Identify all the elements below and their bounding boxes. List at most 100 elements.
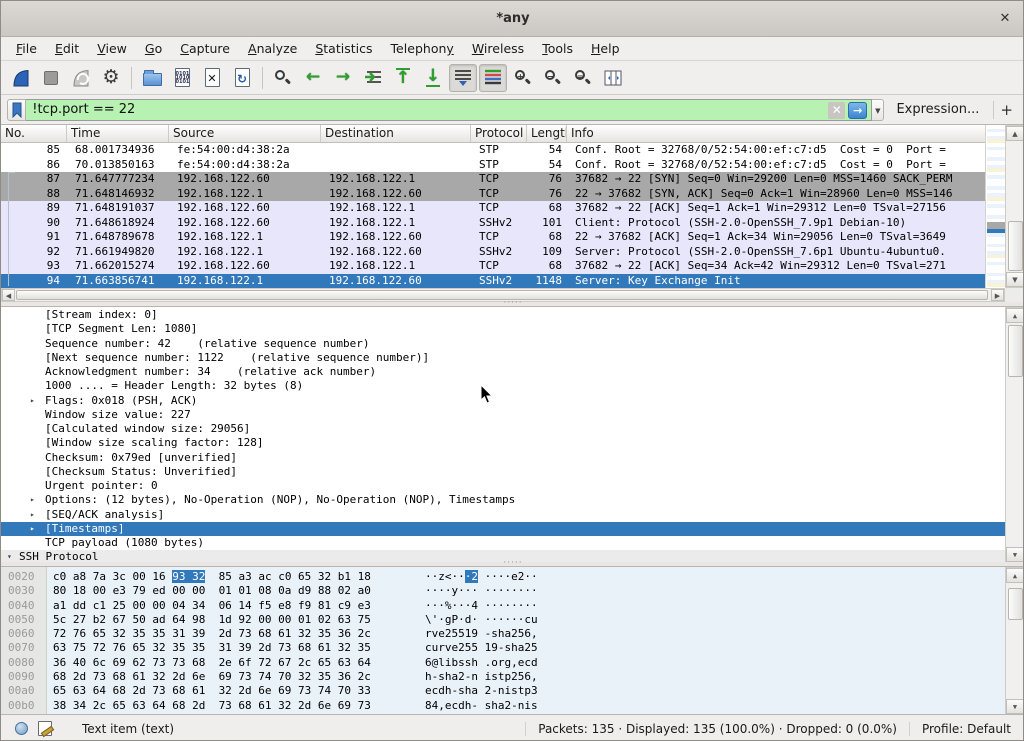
- menu-capture[interactable]: Capture: [171, 38, 239, 59]
- detail-line-3[interactable]: [Next sequence number: 1122 (relative se…: [1, 351, 1005, 365]
- details-vertical-scrollbar[interactable]: ▲ ▼: [1005, 307, 1024, 562]
- hex-vertical-scrollbar[interactable]: ▲ ▼: [1005, 567, 1024, 714]
- add-filter-button[interactable]: +: [993, 101, 1019, 119]
- hex-line-0080[interactable]: 008036 40 6c 69 62 73 73 68 2e 6f 72 67 …: [1, 656, 1005, 670]
- packet-list-vertical-scrollbar[interactable]: ▲ ▼: [1005, 125, 1024, 288]
- hex-line-0040[interactable]: 0040a1 dd c1 25 00 00 04 34 06 14 f5 e8 …: [1, 599, 1005, 613]
- column-header-length[interactable]: Length: [527, 125, 567, 142]
- expression-button[interactable]: Expression...: [896, 102, 979, 117]
- close-file-button[interactable]: ✕: [198, 64, 226, 92]
- detail-line-16[interactable]: TCP payload (1080 bytes): [1, 536, 1005, 550]
- resize-columns-button[interactable]: [599, 64, 627, 92]
- menu-telephony[interactable]: Telephony: [382, 38, 463, 59]
- detail-line-14[interactable]: ▸[SEQ/ACK analysis]: [1, 508, 1005, 522]
- apply-filter-icon[interactable]: →: [848, 102, 867, 119]
- scroll-up-icon[interactable]: ▲: [1006, 568, 1024, 583]
- hex-line-0060[interactable]: 006072 76 65 32 35 35 31 39 2d 73 68 61 …: [1, 627, 1005, 641]
- zoom-in-button[interactable]: +: [509, 64, 537, 92]
- column-header-no[interactable]: No.: [1, 125, 67, 142]
- detail-line-13[interactable]: ▸Options: (12 bytes), No-Operation (NOP)…: [1, 493, 1005, 507]
- filter-history-dropdown-icon[interactable]: ▼: [872, 99, 884, 121]
- open-file-button[interactable]: [138, 64, 166, 92]
- scroll-up-icon[interactable]: ▲: [1006, 126, 1024, 141]
- packet-row-93[interactable]: 9371.662015274192.168.122.60192.168.122.…: [1, 259, 985, 274]
- capture-comment-icon[interactable]: [38, 721, 52, 736]
- detail-line-1[interactable]: [TCP Segment Len: 1080]: [1, 322, 1005, 336]
- first-packet-button[interactable]: ↑: [389, 64, 417, 92]
- restart-capture-button[interactable]: [67, 64, 95, 92]
- menu-help[interactable]: Help: [582, 38, 629, 59]
- menu-file[interactable]: File: [7, 38, 46, 59]
- packet-row-92[interactable]: 9271.661949820192.168.122.1192.168.122.6…: [1, 245, 985, 260]
- column-header-destination[interactable]: Destination: [321, 125, 471, 142]
- hex-line-0070[interactable]: 007063 75 72 76 65 32 35 35 31 39 2d 73 …: [1, 641, 1005, 655]
- detail-line-0[interactable]: [Stream index: 0]: [1, 308, 1005, 322]
- next-packet-button[interactable]: →: [329, 64, 357, 92]
- packet-row-85[interactable]: 8568.001734936fe:54:00:d4:38:2aSTP54Conf…: [1, 143, 985, 158]
- detail-line-15[interactable]: ▸[Timestamps]: [1, 522, 1005, 536]
- hex-line-0030[interactable]: 003080 18 00 e3 79 ed 00 00 01 01 08 0a …: [1, 584, 1005, 598]
- hex-line-00b0[interactable]: 00b038 34 2c 65 63 64 68 2d 73 68 61 32 …: [1, 699, 1005, 713]
- detail-line-7[interactable]: Window size value: 227: [1, 408, 1005, 422]
- display-filter-input[interactable]: !tcp.port == 22 ✕ →: [26, 99, 872, 121]
- detail-line-12[interactable]: Urgent pointer: 0: [1, 479, 1005, 493]
- packet-row-91[interactable]: 9171.648789678192.168.122.1192.168.122.6…: [1, 230, 985, 245]
- expand-icon[interactable]: ▸: [30, 508, 35, 522]
- profile-text[interactable]: Profile: Default: [909, 722, 1024, 736]
- zoom-out-button[interactable]: −: [539, 64, 567, 92]
- go-to-packet-button[interactable]: [359, 64, 387, 92]
- menu-edit[interactable]: Edit: [46, 38, 88, 59]
- column-header-source[interactable]: Source: [169, 125, 321, 142]
- detail-line-5[interactable]: 1000 .... = Header Length: 32 bytes (8): [1, 379, 1005, 393]
- detail-line-2[interactable]: Sequence number: 42 (relative sequence n…: [1, 337, 1005, 351]
- collapse-icon[interactable]: ▾: [7, 550, 12, 562]
- column-header-time[interactable]: Time: [67, 125, 169, 142]
- packet-row-88[interactable]: 8871.648146932192.168.122.1192.168.122.6…: [1, 187, 985, 202]
- scrollbar-thumb[interactable]: [16, 290, 988, 300]
- menu-analyze[interactable]: Analyze: [239, 38, 306, 59]
- hex-line-00a0[interactable]: 00a065 63 64 68 2d 73 68 61 32 2d 6e 69 …: [1, 684, 1005, 698]
- colorize-button[interactable]: [479, 64, 507, 92]
- save-file-button[interactable]: 010110100101: [168, 64, 196, 92]
- menu-view[interactable]: View: [88, 38, 136, 59]
- find-packet-button[interactable]: [269, 64, 297, 92]
- packet-row-90[interactable]: 9071.648618924192.168.122.60192.168.122.…: [1, 216, 985, 231]
- expand-icon[interactable]: ▸: [30, 493, 35, 507]
- intelligent-scrollbar-minimap[interactable]: [985, 125, 1005, 288]
- scrollbar-thumb[interactable]: [1008, 221, 1023, 271]
- menu-tools[interactable]: Tools: [533, 38, 582, 59]
- start-capture-button[interactable]: [7, 64, 35, 92]
- expand-icon[interactable]: ▸: [30, 522, 35, 536]
- stop-capture-button[interactable]: [37, 64, 65, 92]
- packet-row-86[interactable]: 8670.013850163fe:54:00:d4:38:2aSTP54Conf…: [1, 158, 985, 173]
- scroll-left-icon[interactable]: ◀: [2, 289, 15, 301]
- scroll-down-icon[interactable]: ▼: [1006, 699, 1024, 714]
- detail-line-8[interactable]: [Calculated window size: 29056]: [1, 422, 1005, 436]
- expand-icon[interactable]: ▸: [30, 394, 35, 408]
- column-header-protocol[interactable]: Protocol: [471, 125, 527, 142]
- title-bar[interactable]: *any ✕: [1, 1, 1024, 37]
- menu-go[interactable]: Go: [136, 38, 171, 59]
- detail-line-4[interactable]: Acknowledgment number: 34 (relative ack …: [1, 365, 1005, 379]
- hex-line-0020[interactable]: 0020c0 a8 7a 3c 00 16 93 32 85 a3 ac c0 …: [1, 570, 1005, 584]
- detail-line-6[interactable]: ▸Flags: 0x018 (PSH, ACK): [1, 394, 1005, 408]
- scroll-up-icon[interactable]: ▲: [1006, 308, 1024, 323]
- zoom-reset-button[interactable]: =: [569, 64, 597, 92]
- auto-scroll-button[interactable]: [449, 64, 477, 92]
- clear-filter-icon[interactable]: ✕: [828, 102, 845, 119]
- packet-row-87[interactable]: 8771.647777234192.168.122.60192.168.122.…: [1, 172, 985, 187]
- scroll-right-icon[interactable]: ▶: [991, 289, 1004, 301]
- scroll-down-icon[interactable]: ▼: [1006, 272, 1024, 287]
- scrollbar-thumb[interactable]: [1008, 588, 1023, 620]
- scroll-down-icon[interactable]: ▼: [1006, 547, 1024, 562]
- last-packet-button[interactable]: ↓: [419, 64, 447, 92]
- detail-line-11[interactable]: [Checksum Status: Unverified]: [1, 465, 1005, 479]
- close-window-icon[interactable]: ✕: [997, 11, 1013, 27]
- hex-line-0050[interactable]: 00505c 27 b2 67 50 ad 64 98 1d 92 00 00 …: [1, 613, 1005, 627]
- column-header-info[interactable]: Info: [567, 125, 985, 142]
- detail-line-9[interactable]: [Window size scaling factor: 128]: [1, 436, 1005, 450]
- reload-file-button[interactable]: ↻: [228, 64, 256, 92]
- previous-packet-button[interactable]: ←: [299, 64, 327, 92]
- detail-line-10[interactable]: Checksum: 0x79ed [unverified]: [1, 451, 1005, 465]
- menu-wireless[interactable]: Wireless: [463, 38, 533, 59]
